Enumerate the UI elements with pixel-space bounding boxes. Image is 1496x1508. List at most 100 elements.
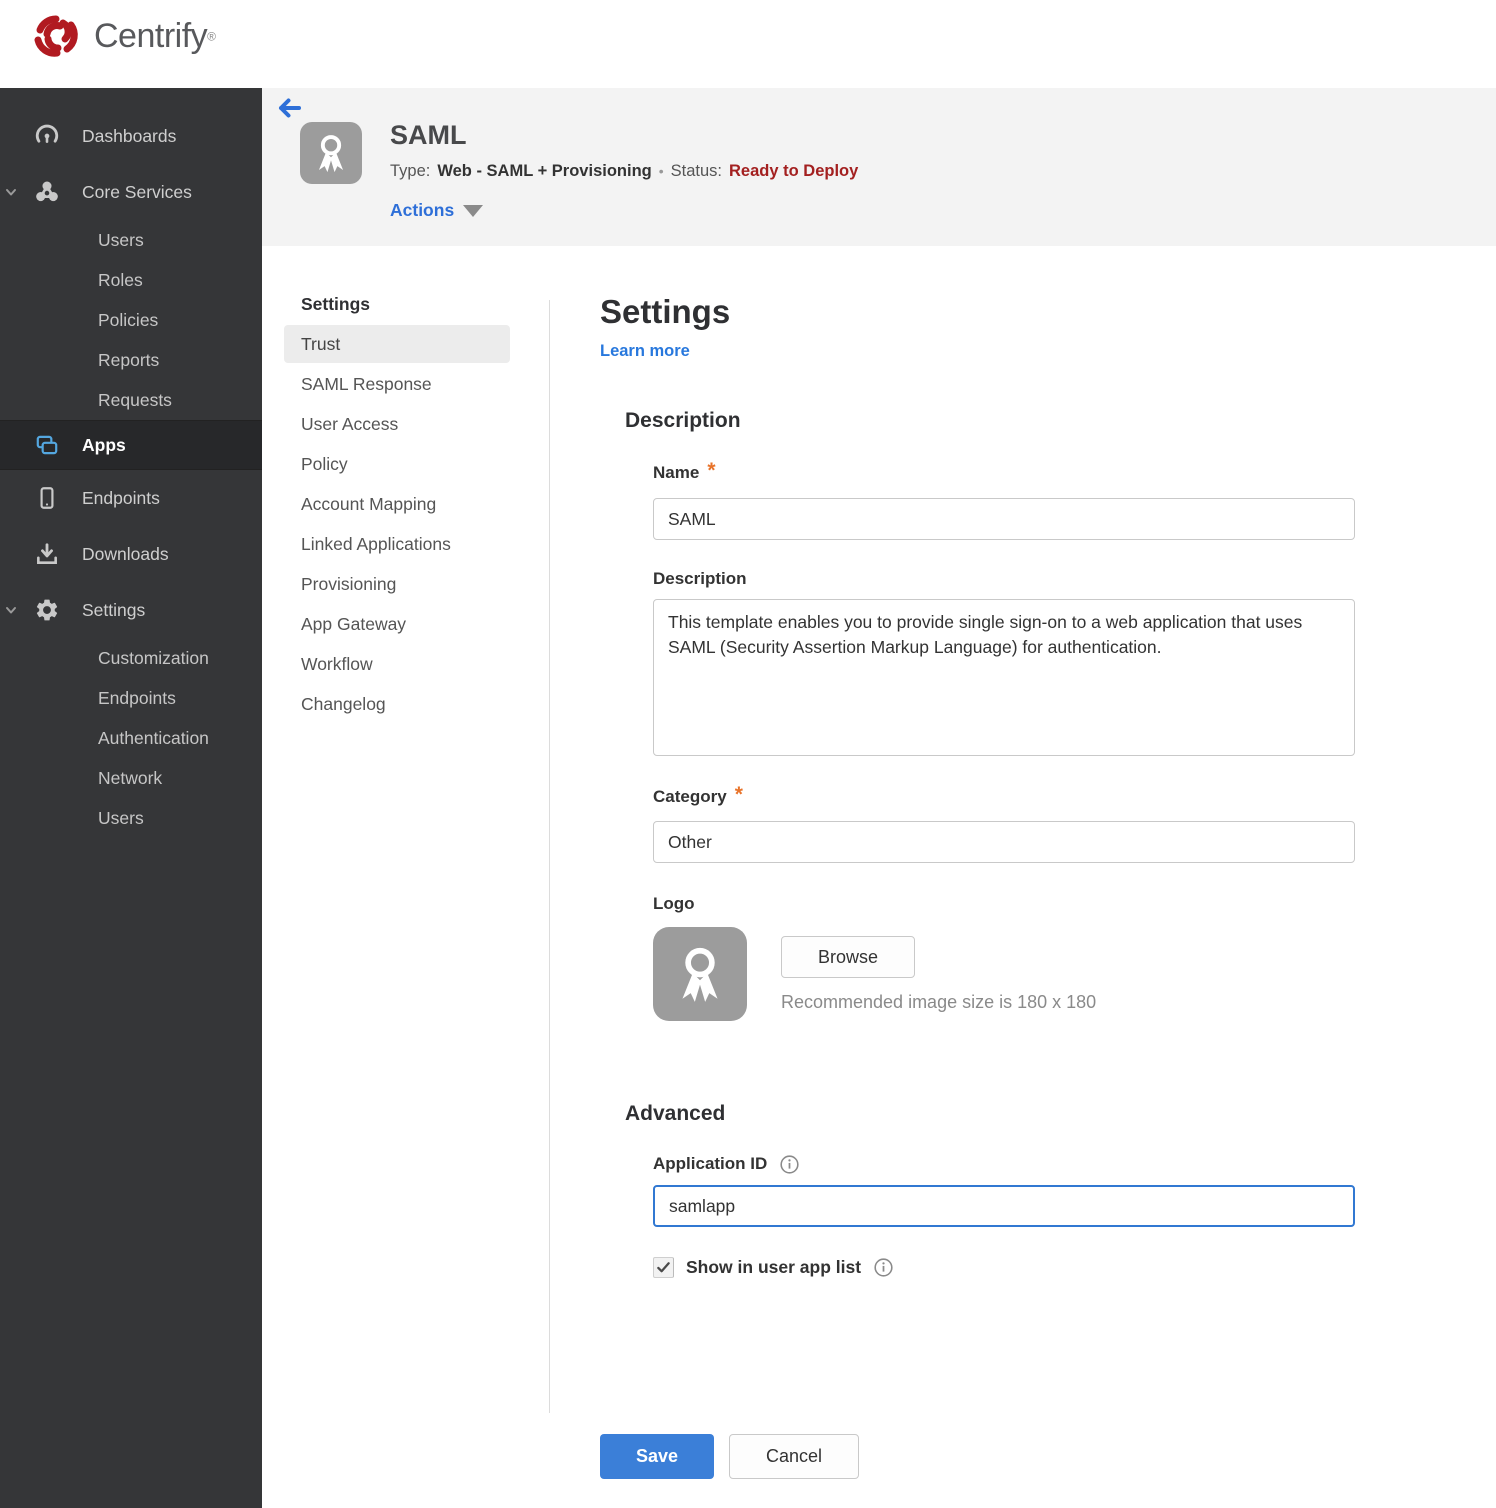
show-in-user-app-list-label: Show in user app list	[686, 1257, 862, 1277]
apps-icon	[34, 432, 60, 458]
advanced-section-heading: Advanced	[625, 1102, 726, 1125]
advanced-fields: Application ID Show in user app list Sav…	[600, 1153, 1380, 1479]
app-header-band: SAML Type: Web - SAML + Provisioning • S…	[262, 88, 1496, 246]
required-asterisk: *	[734, 783, 743, 806]
sidebar-item-settings-endpoints[interactable]: Endpoints	[0, 678, 262, 718]
brand-name: Centrify®	[94, 16, 216, 55]
logo-thumbnail-badge-icon	[653, 927, 747, 1021]
sidebar-item-users[interactable]: Users	[0, 220, 262, 260]
cancel-button[interactable]: Cancel	[729, 1434, 859, 1479]
description-section-heading: Description	[625, 409, 741, 432]
save-button[interactable]: Save	[600, 1434, 714, 1479]
sidebar-item-label: Endpoints	[98, 687, 176, 708]
sidebar-item-settings-users[interactable]: Users	[0, 798, 262, 838]
sidebar-item-endpoints[interactable]: Endpoints	[0, 470, 262, 526]
learn-more-link[interactable]: Learn more	[600, 340, 690, 362]
logo-upload-controls: Browse Recommended image size is 180 x 1…	[781, 927, 1096, 1013]
browse-button[interactable]: Browse	[781, 936, 915, 978]
chevron-down-icon[interactable]	[4, 603, 18, 617]
sidebar-item-label: Policies	[98, 309, 159, 330]
sidebar-item-network[interactable]: Network	[0, 758, 262, 798]
sidebar-item-requests[interactable]: Requests	[0, 380, 262, 420]
show-in-user-app-list-checkbox[interactable]	[653, 1257, 674, 1278]
sidebar-item-label: Endpoints	[82, 487, 160, 508]
sidebar-item-label: Apps	[82, 434, 126, 455]
logo-hint: Recommended image size is 180 x 180	[781, 992, 1097, 1012]
info-icon[interactable]	[779, 1154, 800, 1175]
top-bar: Centrify®	[0, 0, 1496, 88]
sidebar-item-core-services[interactable]: Core Services	[0, 164, 262, 220]
sidebar-item-downloads[interactable]: Downloads	[0, 526, 262, 582]
gear-icon	[34, 597, 60, 623]
gauge-icon	[34, 123, 60, 149]
sidebar-item-reports[interactable]: Reports	[0, 340, 262, 380]
sidebar-item-label: Authentication	[98, 727, 209, 748]
sidebar-item-label: Roles	[98, 269, 143, 290]
type-label: Type:	[390, 162, 431, 180]
name-label: Name *	[653, 459, 716, 482]
application-id-input[interactable]	[653, 1185, 1355, 1227]
core-services-icon	[34, 179, 60, 205]
required-asterisk: *	[707, 459, 716, 482]
status-value: Ready to Deploy	[729, 162, 859, 180]
description-fields: Name * Description This template enables…	[653, 459, 1380, 1021]
page-title: Settings	[600, 293, 731, 330]
sidebar-item-roles[interactable]: Roles	[0, 260, 262, 300]
category-label: Category *	[653, 783, 743, 806]
subnav-item-trust[interactable]: Trust	[284, 325, 510, 363]
subnav-item-provisioning[interactable]: Provisioning	[284, 565, 510, 603]
subnav-item-changelog[interactable]: Changelog	[284, 685, 510, 723]
actions-dropdown[interactable]: Actions	[390, 200, 484, 221]
sidebar: Dashboards Core Services Users Roles Pol…	[0, 88, 262, 1508]
sidebar-item-label: Reports	[98, 349, 160, 370]
logo-label: Logo	[653, 894, 695, 913]
device-icon	[34, 485, 60, 511]
subnav-item-workflow[interactable]: Workflow	[284, 645, 510, 683]
sidebar-item-customization[interactable]: Customization	[0, 638, 262, 678]
sidebar-item-label: Settings	[82, 599, 146, 620]
subnav-item-policy[interactable]: Policy	[284, 445, 510, 483]
sidebar-item-label: Requests	[98, 389, 172, 410]
subnav: Settings Trust SAML Response User Access…	[284, 294, 532, 725]
content-area: Settings Trust SAML Response User Access…	[262, 246, 1496, 1508]
actions-label: Actions	[390, 200, 455, 220]
description-label: Description	[653, 569, 747, 588]
app-title: SAML	[390, 120, 467, 150]
app-logo-badge-icon	[300, 122, 362, 184]
chevron-down-icon[interactable]	[4, 185, 18, 199]
subnav-item-user-access[interactable]: User Access	[284, 405, 510, 443]
subnav-item-app-gateway[interactable]: App Gateway	[284, 605, 510, 643]
description-textarea[interactable]: This template enables you to provide sin…	[653, 599, 1355, 756]
back-arrow-icon[interactable]	[278, 98, 302, 120]
sidebar-item-label: Network	[98, 767, 163, 788]
sidebar-item-apps[interactable]: Apps	[0, 420, 262, 470]
sidebar-item-label: Users	[98, 807, 144, 828]
subnav-header: Settings	[301, 294, 371, 314]
logo-row: Browse Recommended image size is 180 x 1…	[653, 927, 1380, 1021]
sidebar-item-label: Customization	[98, 647, 209, 668]
app-meta: Type: Web - SAML + Provisioning • Status…	[390, 162, 858, 181]
application-id-label-row: Application ID	[653, 1153, 1380, 1175]
name-input[interactable]	[653, 498, 1355, 540]
subnav-item-linked-applications[interactable]: Linked Applications	[284, 525, 510, 563]
sidebar-item-label: Dashboards	[82, 125, 177, 146]
subnav-item-account-mapping[interactable]: Account Mapping	[284, 485, 510, 523]
category-input[interactable]	[653, 821, 1355, 863]
sidebar-item-policies[interactable]: Policies	[0, 300, 262, 340]
vertical-divider	[549, 300, 550, 1413]
meta-separator: •	[658, 163, 664, 179]
caret-down-icon	[463, 204, 484, 217]
sidebar-item-label: Downloads	[82, 543, 169, 564]
subnav-item-saml-response[interactable]: SAML Response	[284, 365, 510, 403]
sidebar-item-settings[interactable]: Settings	[0, 582, 262, 638]
download-icon	[34, 541, 60, 567]
type-value: Web - SAML + Provisioning	[437, 162, 652, 180]
sidebar-item-dashboards[interactable]: Dashboards	[0, 108, 262, 164]
sidebar-item-authentication[interactable]: Authentication	[0, 718, 262, 758]
status-label: Status:	[670, 162, 723, 180]
info-icon[interactable]	[873, 1257, 894, 1278]
form-buttons: Save Cancel	[600, 1434, 1380, 1479]
sidebar-item-label: Core Services	[82, 181, 192, 202]
show-in-user-app-list-row: Show in user app list	[653, 1257, 1380, 1278]
centrify-logo: Centrify®	[30, 10, 216, 62]
